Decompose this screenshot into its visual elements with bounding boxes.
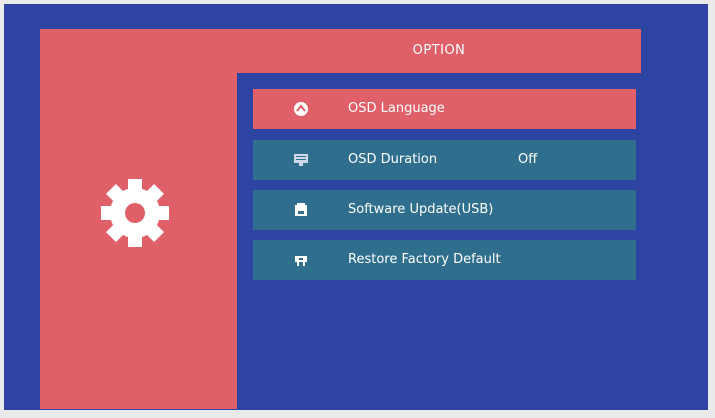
globe-icon [294, 102, 308, 116]
menu-item-osd-duration[interactable]: OSD Duration Off [253, 140, 636, 180]
menu-item-label: Restore Factory Default [348, 252, 501, 267]
osd-duration-value: Off [518, 152, 538, 167]
monitor-icon [294, 154, 308, 166]
page-title: OPTION [412, 43, 466, 58]
menu-item-label: OSD Language [348, 101, 445, 116]
restore-icon [295, 256, 307, 266]
menu-item-label: Software Update(USB) [348, 202, 494, 217]
menu-item-label: OSD Duration [348, 152, 438, 167]
menu-item-osd-language[interactable]: OSD Language [253, 89, 636, 129]
gear-icon [101, 179, 169, 247]
menu-item-software-update[interactable]: Software Update(USB) [253, 190, 636, 230]
menu-item-restore-factory-default[interactable]: Restore Factory Default [253, 240, 636, 280]
usb-drive-icon [295, 203, 307, 216]
